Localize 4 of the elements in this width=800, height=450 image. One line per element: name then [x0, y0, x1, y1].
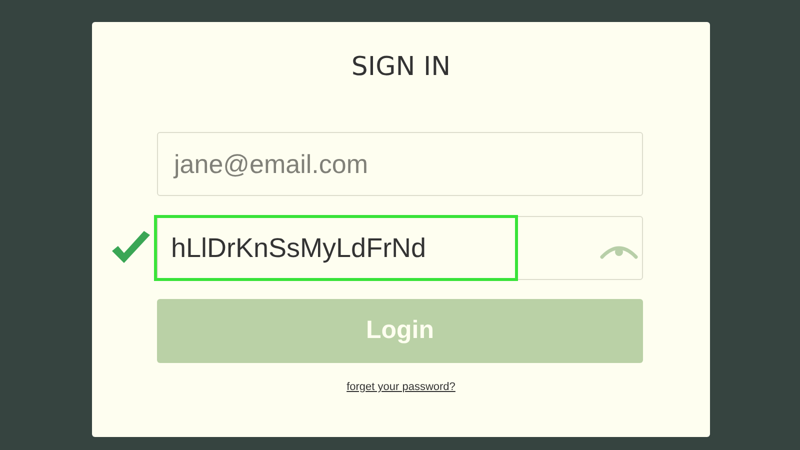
email-field[interactable]: jane@email.com: [157, 132, 643, 196]
password-field[interactable]: hLlDrKnSsMyLdFrNd: [157, 216, 643, 280]
forgot-password-link[interactable]: forget your password?: [346, 381, 456, 393]
sign-in-title: SIGN IN: [351, 51, 451, 84]
